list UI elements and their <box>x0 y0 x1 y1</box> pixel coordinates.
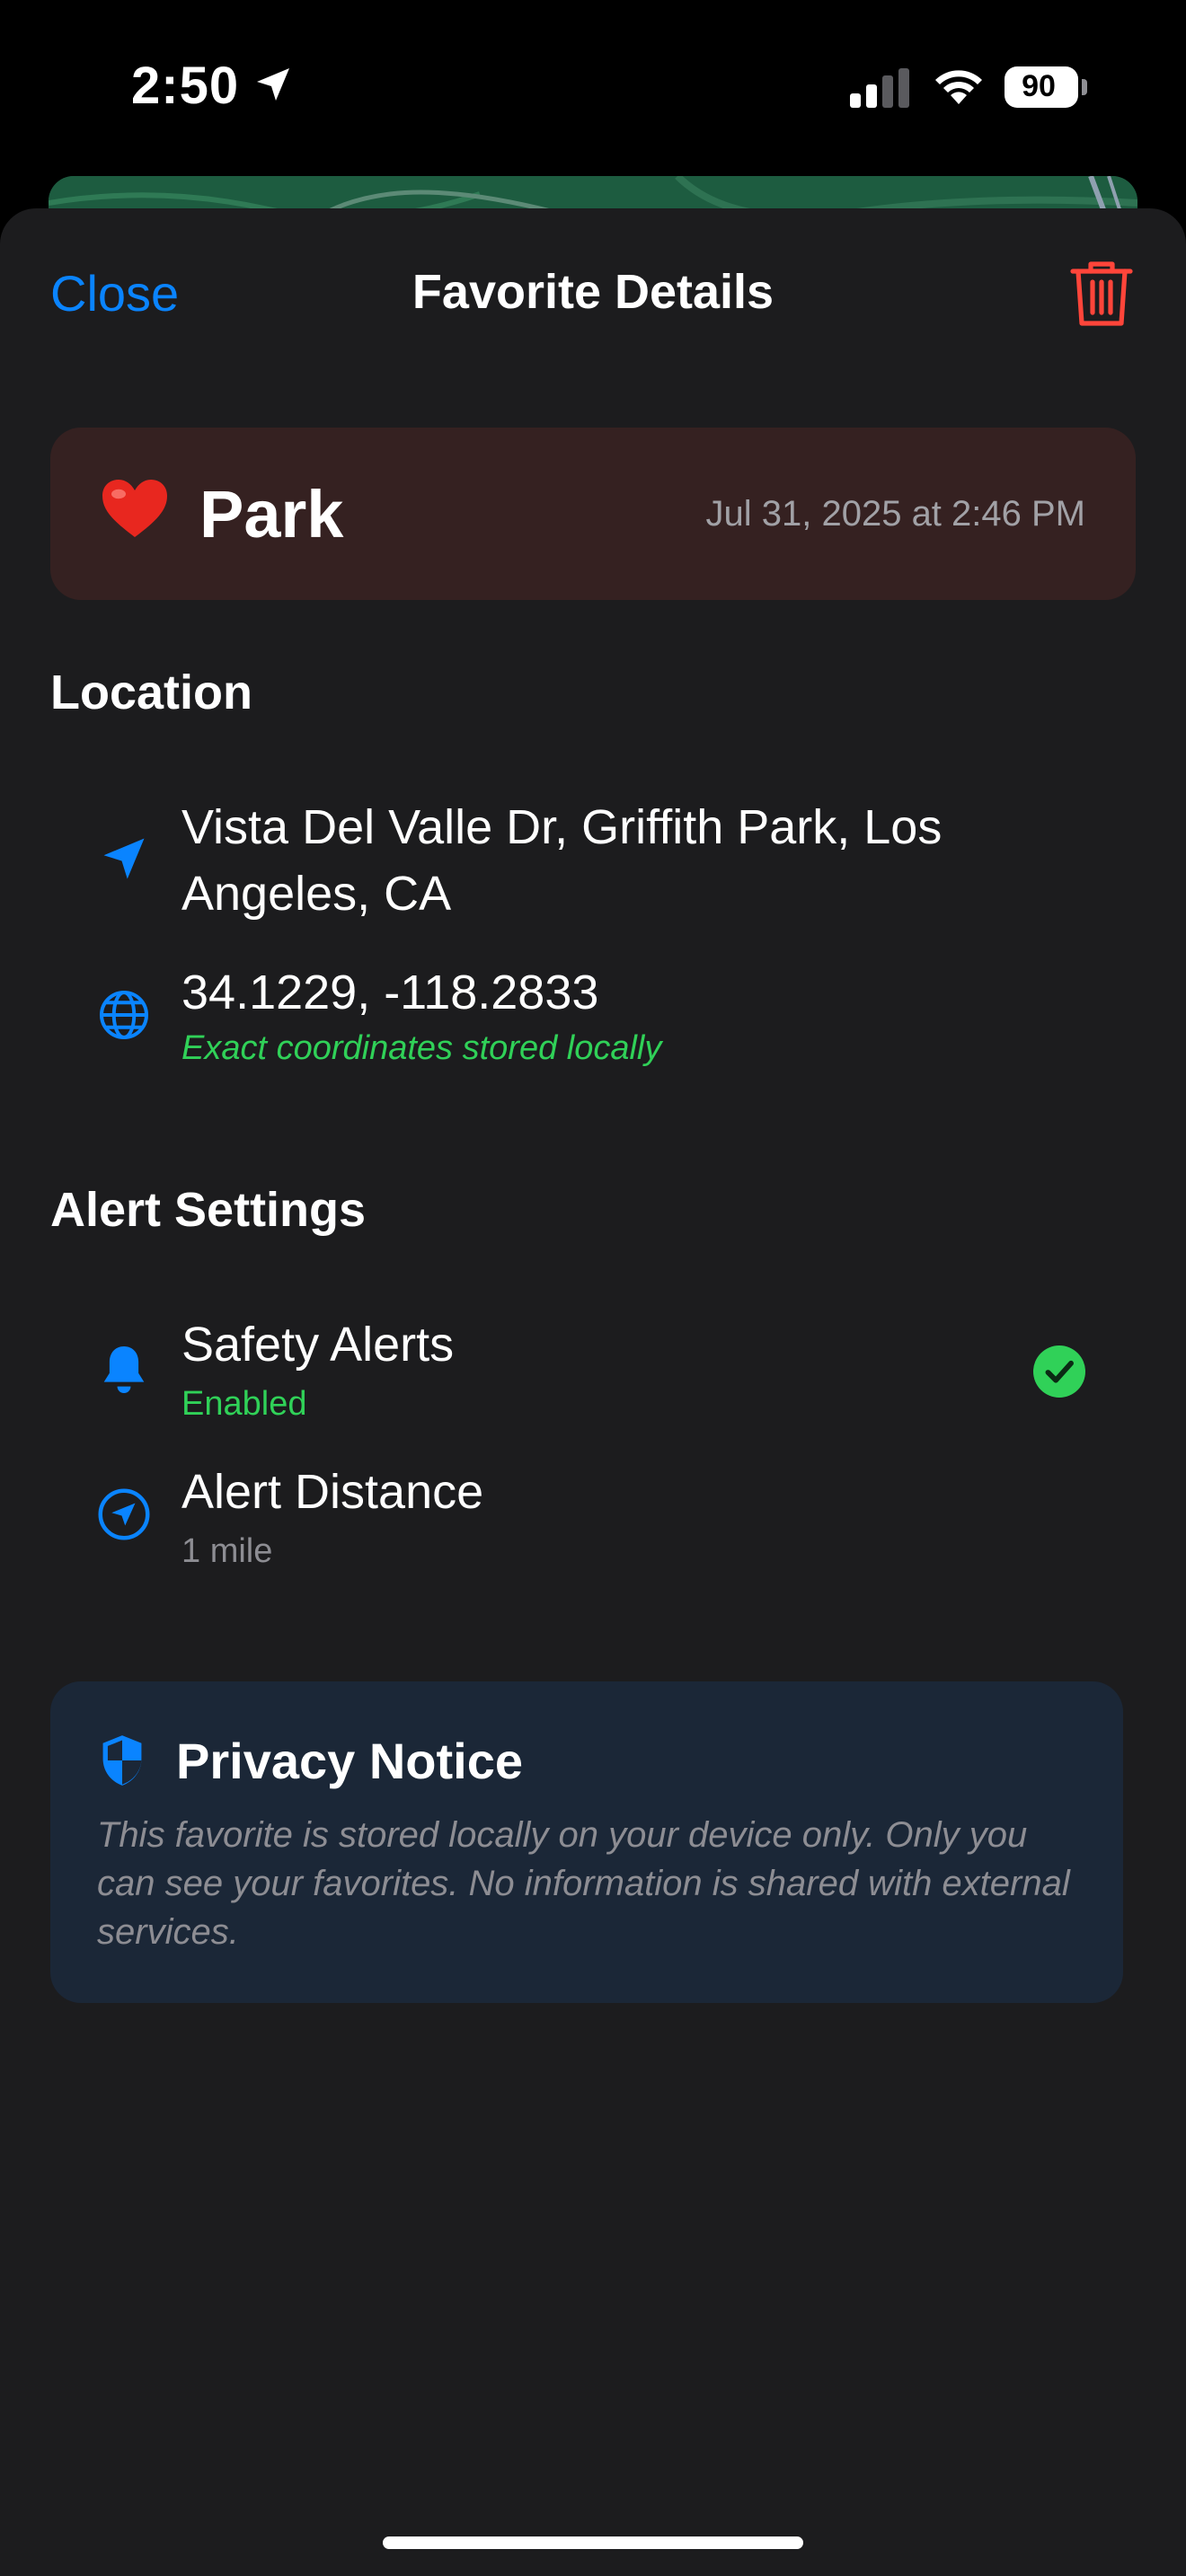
heart-icon <box>102 480 167 537</box>
address-line-2: Angeles, CA <box>181 867 452 921</box>
checkmark-circle-icon <box>1033 1345 1085 1398</box>
bell-icon <box>103 1345 145 1394</box>
safety-alerts-status: Enabled <box>181 1385 307 1423</box>
battery-level: 90 <box>1022 69 1056 103</box>
globe-icon <box>100 991 148 1039</box>
alert-distance-value: 1 mile <box>181 1532 273 1570</box>
address-line-1: Vista Del Valle Dr, Griffith Park, Los <box>181 800 943 854</box>
wifi-icon <box>935 70 982 104</box>
trash-icon[interactable] <box>1066 255 1137 331</box>
location-arrow-icon <box>257 68 289 101</box>
status-time: 2:50 <box>131 57 240 115</box>
coordinates-note: Exact coordinates stored locally <box>181 1029 662 1067</box>
address-text: Vista Del Valle Dr, Griffith Park, Los A… <box>181 794 942 927</box>
location-section-title: Location <box>50 666 252 719</box>
navigation-arrow-icon <box>103 838 145 879</box>
battery-icon: 90 <box>1005 66 1078 108</box>
home-indicator[interactable] <box>383 2536 803 2549</box>
shield-icon <box>102 1735 142 1786</box>
coordinates-text: 34.1229, -118.2833 <box>181 966 599 1019</box>
alert-distance-label: Alert Distance <box>181 1465 484 1519</box>
safety-alerts-label: Safety Alerts <box>181 1318 455 1372</box>
favorite-name: Park <box>199 477 344 551</box>
compass-location-icon <box>98 1488 150 1540</box>
battery-nub <box>1082 79 1087 95</box>
privacy-notice-body: This favorite is stored locally on your … <box>97 1815 1070 1952</box>
favorite-date: Jul 31, 2025 at 2:46 PM <box>705 494 1086 534</box>
cellular-signal-icon <box>850 68 909 108</box>
close-button[interactable]: Close <box>50 264 179 322</box>
privacy-notice-title: Privacy Notice <box>176 1733 523 1789</box>
alert-settings-section-title: Alert Settings <box>50 1183 367 1237</box>
